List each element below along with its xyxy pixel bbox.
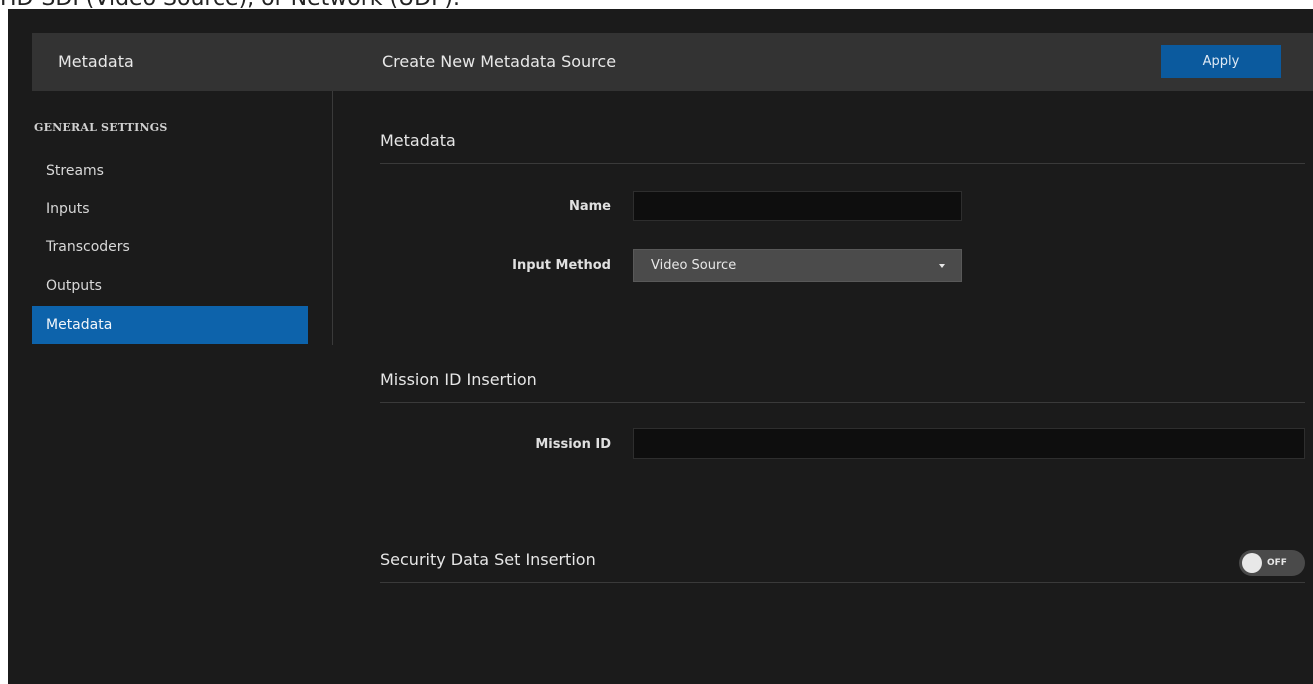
section-title-security: Security Data Set Insertion (380, 550, 596, 569)
mission-id-label: Mission ID (535, 437, 611, 452)
app-window: Metadata Create New Metadata Source Appl… (8, 9, 1313, 684)
sidebar-heading: GENERAL SETTINGS (34, 121, 168, 134)
toggle-state-label: OFF (1267, 558, 1287, 568)
name-label: Name (568, 199, 611, 214)
section-title-metadata: Metadata (380, 131, 456, 150)
page-header: Metadata Create New Metadata Source Appl… (32, 33, 1313, 91)
sidebar-item-streams[interactable]: Streams (32, 152, 308, 190)
section-divider (380, 582, 1305, 583)
section-divider (380, 402, 1305, 403)
sidebar-item-inputs[interactable]: Inputs (32, 190, 308, 228)
section-divider (380, 163, 1305, 164)
sidebar-item-metadata[interactable]: Metadata (32, 306, 308, 344)
sidebar-item-transcoders[interactable]: Transcoders (32, 228, 308, 266)
apply-button[interactable]: Apply (1161, 45, 1281, 78)
name-field[interactable] (633, 191, 962, 221)
security-insertion-toggle[interactable]: OFF (1239, 550, 1305, 576)
input-method-label: Input Method (512, 258, 611, 273)
sidebar-section-title: Metadata (58, 52, 134, 71)
input-method-value: Video Source (651, 258, 737, 273)
page-title: Create New Metadata Source (382, 52, 617, 71)
chevron-down-icon (939, 263, 945, 268)
section-title-mission-id: Mission ID Insertion (380, 370, 537, 389)
sidebar-item-outputs[interactable]: Outputs (32, 267, 308, 305)
sidebar-divider (332, 91, 333, 345)
toggle-knob (1242, 553, 1262, 573)
input-method-select[interactable]: Video Source (633, 249, 962, 282)
mission-id-field[interactable] (633, 428, 1305, 459)
